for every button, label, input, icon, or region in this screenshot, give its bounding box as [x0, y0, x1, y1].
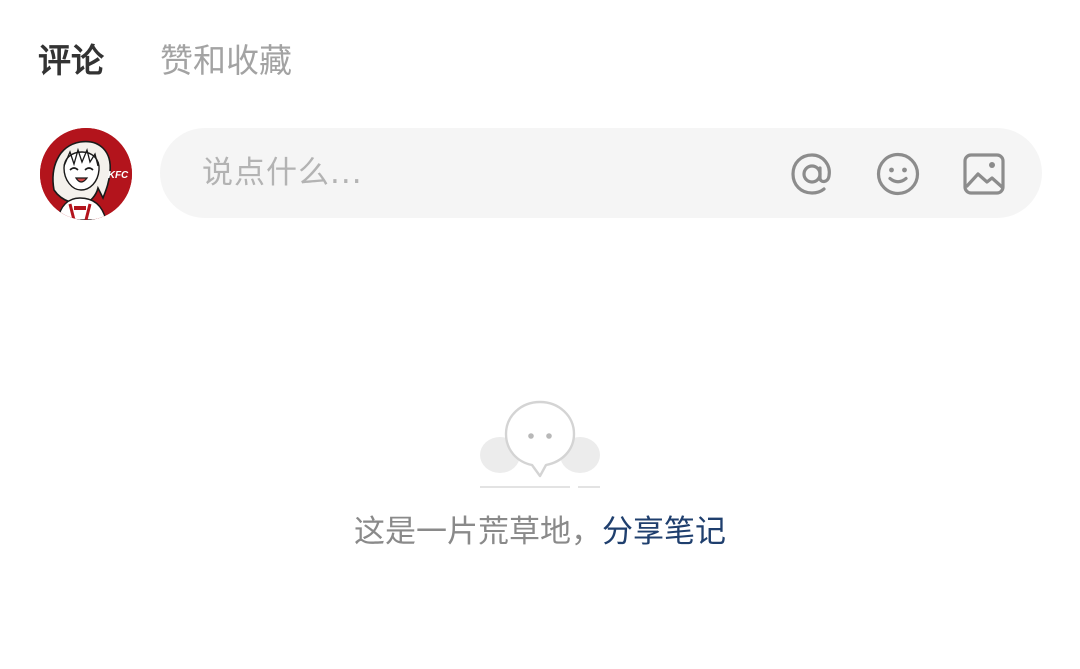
- avatar[interactable]: KFC: [40, 128, 132, 220]
- emoji-icon[interactable]: [874, 150, 922, 198]
- avatar-image: KFC: [40, 128, 132, 220]
- empty-comments-icon: [478, 398, 602, 492]
- avatar-badge-text: KFC: [108, 170, 129, 181]
- share-note-link[interactable]: 分享笔记: [602, 514, 726, 550]
- tab-comments[interactable]: 评论: [38, 37, 104, 85]
- comment-input[interactable]: 说点什么...: [160, 128, 1042, 218]
- tab-bar: 评论 赞和收藏: [38, 36, 292, 86]
- tab-likes-favorites[interactable]: 赞和收藏: [160, 37, 292, 85]
- comment-placeholder: 说点什么...: [202, 155, 363, 191]
- comments-panel: 评论 赞和收藏 KFC 说点什么... 这是一片荒草地，分享笔记: [0, 0, 1080, 669]
- at-icon[interactable]: [788, 150, 836, 198]
- empty-state-message: 这是一片荒草地，: [354, 514, 602, 550]
- empty-state-text: 这是一片荒草地，分享笔记: [0, 510, 1080, 554]
- image-icon[interactable]: [960, 150, 1008, 198]
